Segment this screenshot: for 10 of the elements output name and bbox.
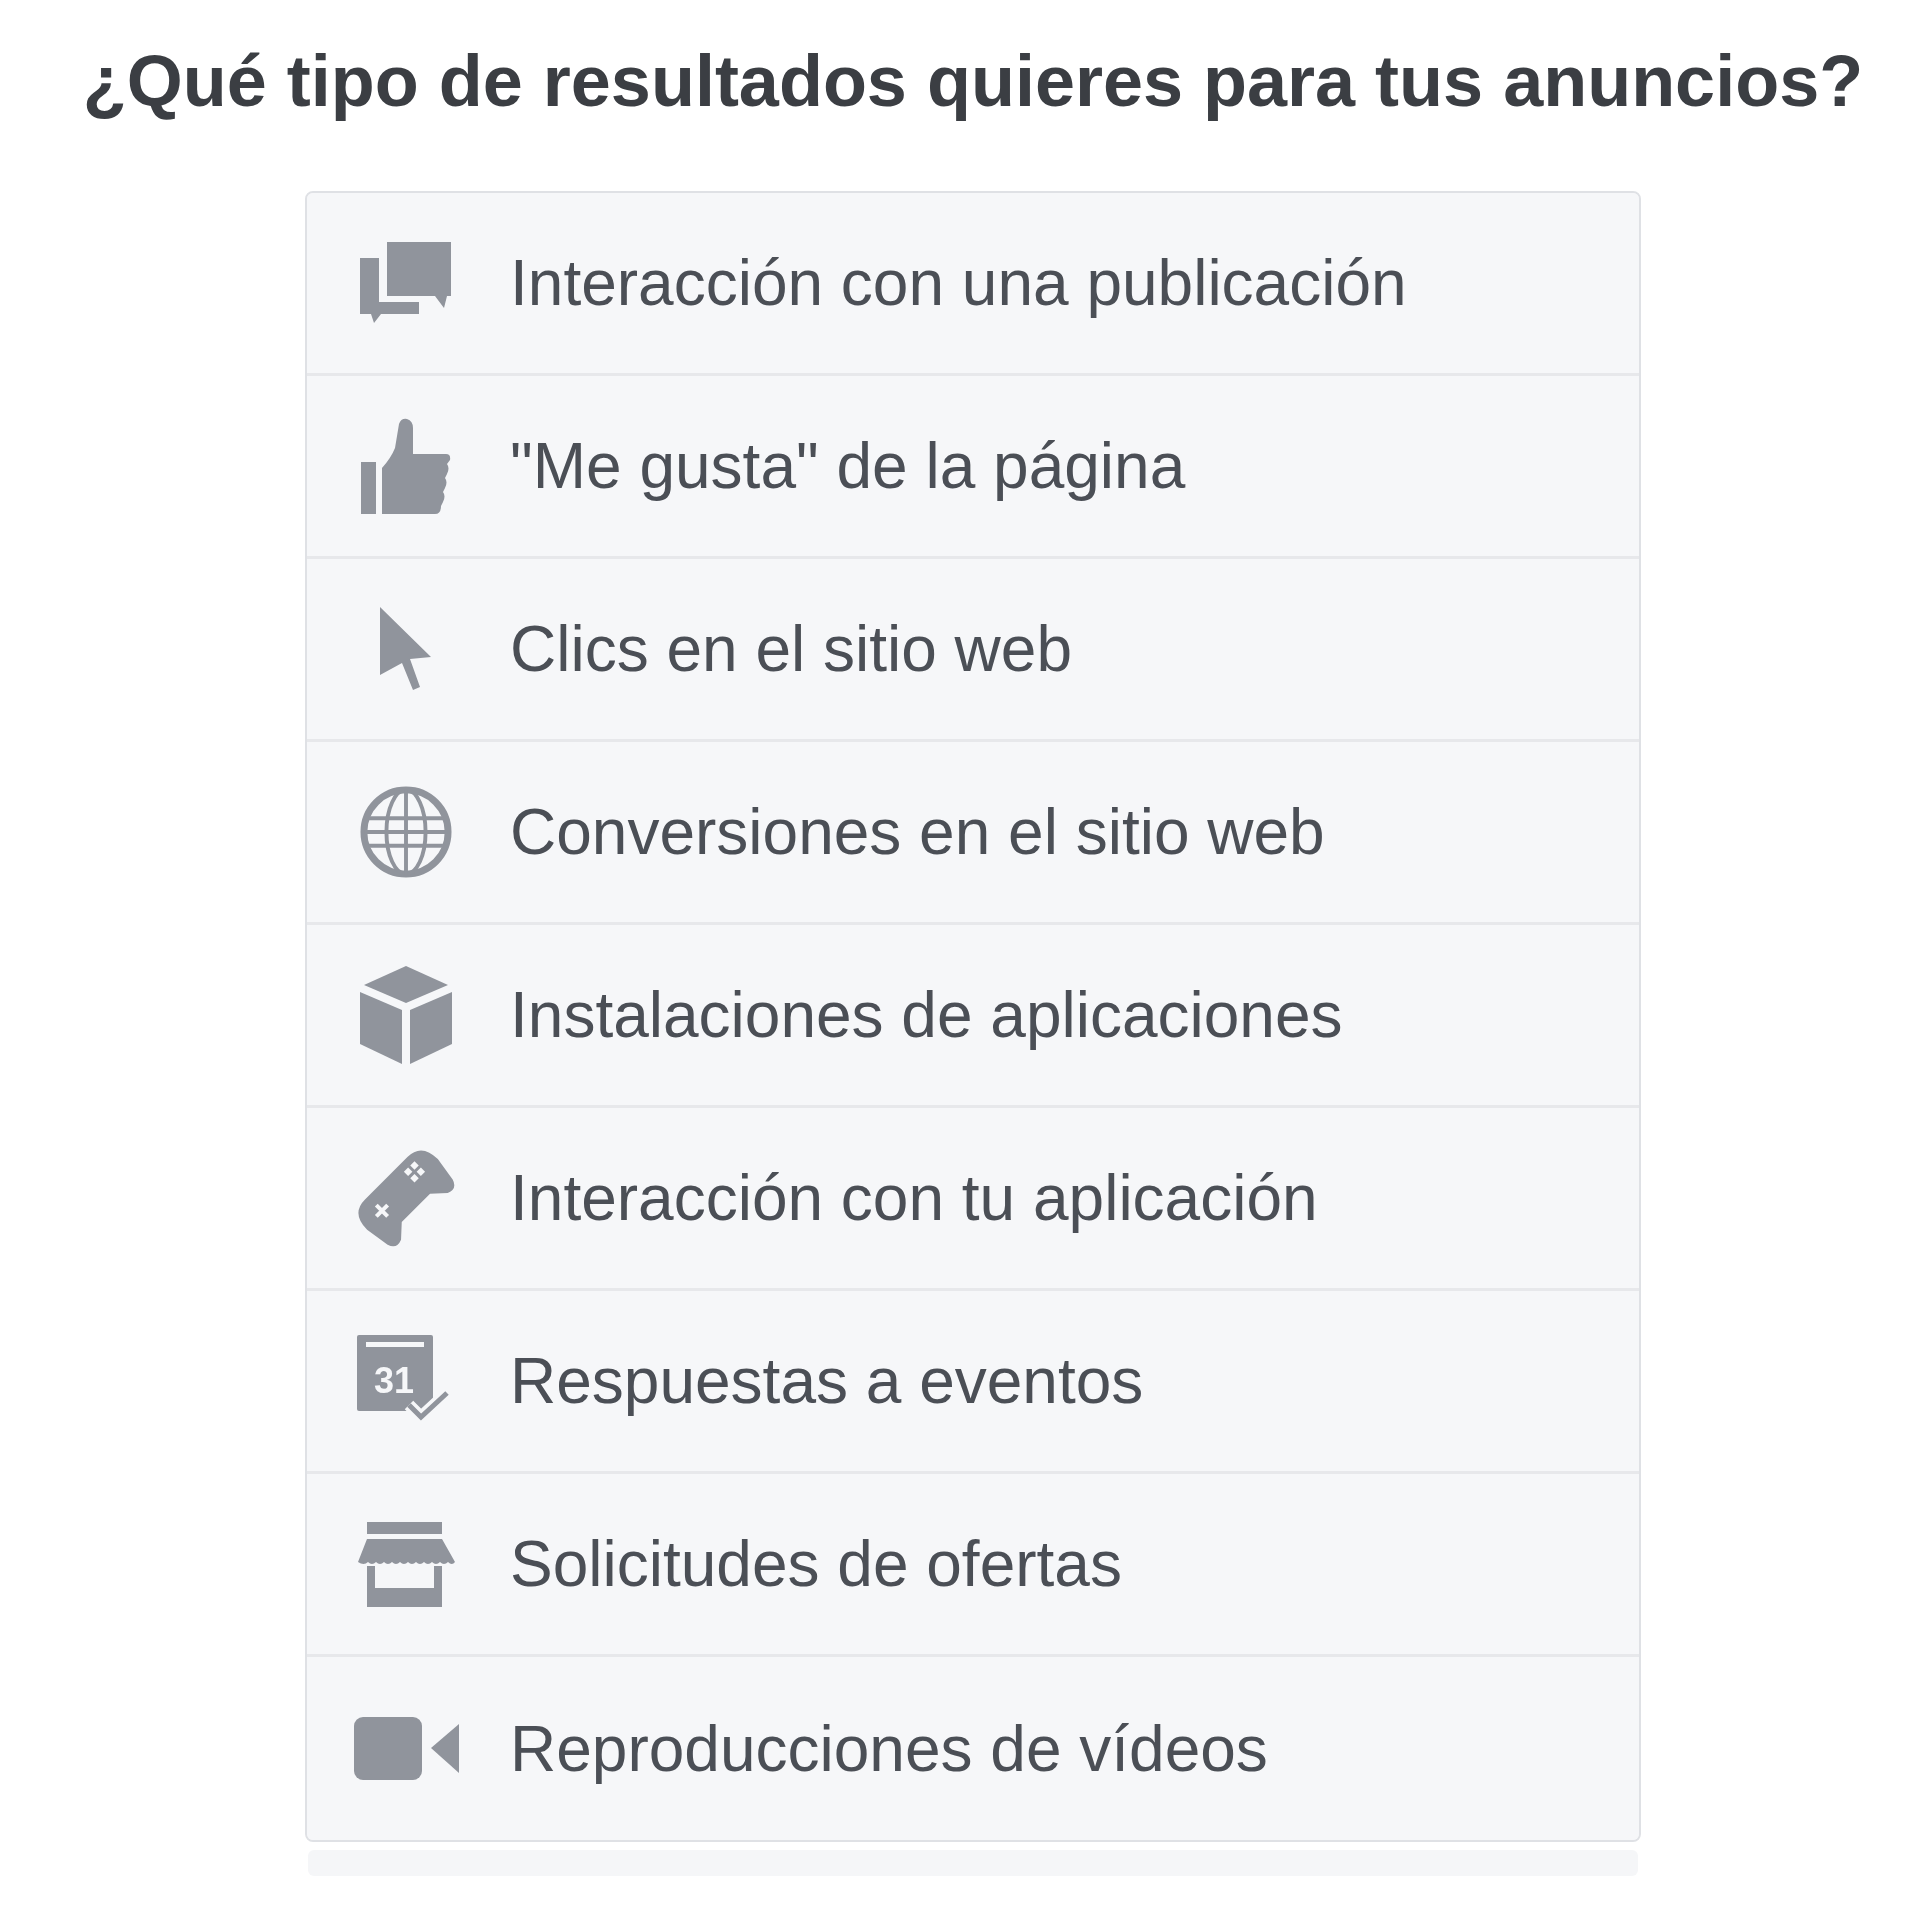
globe-icon [360,785,452,879]
thumbs-up-icon [361,418,451,514]
page-title: ¿Qué tipo de resultados quieres para tus anuncios? [82,40,1864,123]
cube-icon [360,966,452,1064]
storefront-icon [357,1521,455,1607]
objective-option[interactable]: Interacción con una publicación [307,193,1639,376]
video-camera-icon [353,1717,459,1780]
gamepad-icon [357,1149,455,1247]
speech-bubbles-icon [358,242,454,324]
cursor-icon [380,607,432,691]
